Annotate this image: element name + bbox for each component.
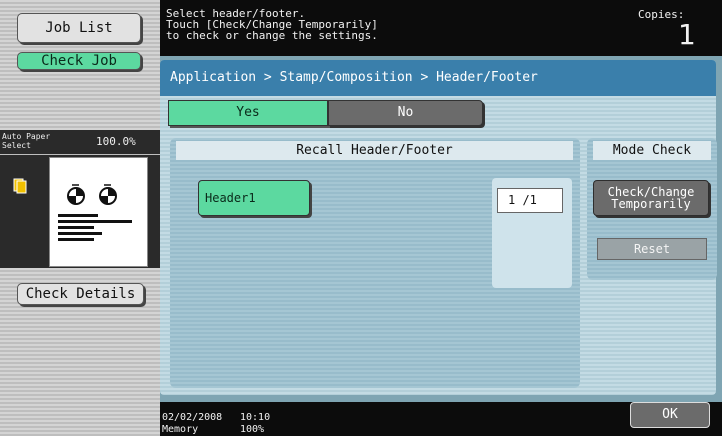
job-list-button[interactable]: Job List	[17, 13, 141, 43]
staple-icon	[13, 178, 27, 194]
memory-label: Memory	[162, 424, 199, 435]
recall-title: Recall Header/Footer	[176, 141, 573, 160]
status-date: 02/02/2008	[162, 412, 223, 423]
page-preview-icon	[49, 157, 148, 267]
check-change-temporarily-button[interactable]: Check/Change Temporarily	[593, 180, 709, 216]
reset-button[interactable]: Reset	[597, 238, 707, 260]
paper-select-line2: Select	[2, 141, 31, 150]
status-time: 10:10	[240, 412, 271, 423]
paper-select-header: Auto Paper Select 100.0%	[0, 130, 160, 154]
paper-select-line1: Auto Paper	[2, 132, 51, 141]
page-counter: 1 /1	[497, 188, 563, 213]
mode-check-title: Mode Check	[593, 141, 711, 160]
check-job-button[interactable]: Check Job	[17, 52, 141, 70]
memory-value: 100%	[240, 424, 265, 435]
tab-no[interactable]: No	[328, 100, 483, 126]
check-details-button[interactable]: Check Details	[17, 283, 144, 305]
message-bar: Select header/footer. Touch [Check/Chang…	[160, 0, 722, 56]
copies-value: 1	[678, 18, 696, 51]
breadcrumb: Application > Stamp/Composition > Header…	[160, 60, 716, 96]
header1-button[interactable]: Header1	[198, 180, 310, 216]
tab-yes[interactable]: Yes	[168, 100, 328, 126]
zoom-value: 100.0%	[96, 135, 136, 148]
check-change-line2: Temporarily	[611, 197, 691, 211]
message-line-3: to check or change the settings.	[166, 29, 378, 42]
ok-button[interactable]: OK	[630, 402, 710, 428]
